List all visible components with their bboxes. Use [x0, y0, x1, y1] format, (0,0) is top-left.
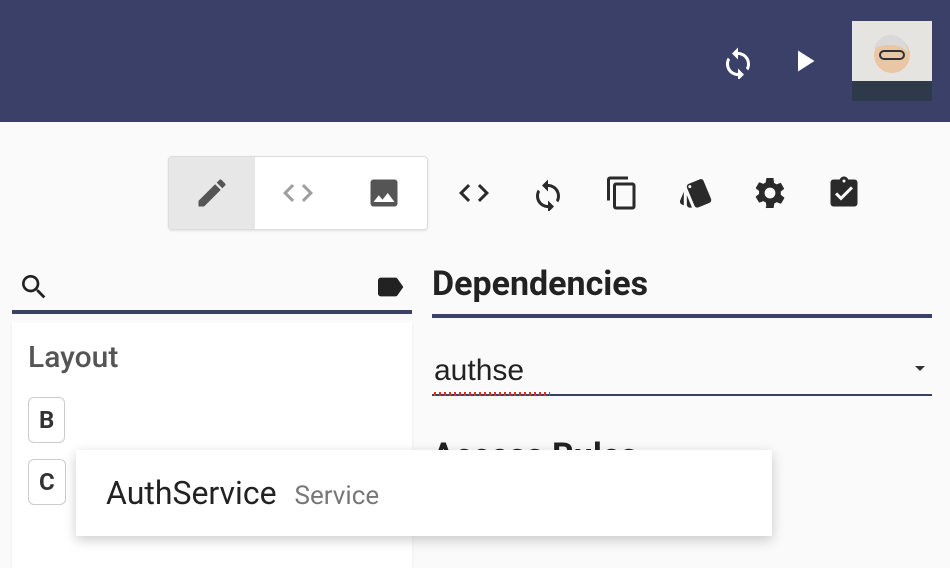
pencil-icon	[194, 175, 230, 211]
image-icon	[366, 175, 402, 211]
chip-row-1: B	[28, 397, 396, 443]
dependencies-title: Dependencies	[432, 264, 932, 304]
avatar[interactable]	[852, 21, 932, 101]
toolbar	[0, 122, 950, 230]
copy-tool-button[interactable]	[594, 165, 650, 221]
image-mode-button[interactable]	[341, 157, 427, 229]
settings-tool-button[interactable]	[742, 165, 798, 221]
suggestion-type: Service	[295, 481, 380, 511]
refresh-icon[interactable]	[720, 43, 756, 79]
search-button[interactable]	[18, 271, 50, 303]
app-header	[0, 0, 950, 122]
edit-mode-button[interactable]	[169, 157, 255, 229]
chip-c[interactable]: C	[28, 459, 66, 505]
autocomplete-suggestion[interactable]: AuthService Service	[76, 450, 772, 536]
play-icon[interactable]	[786, 43, 822, 79]
refresh-icon	[530, 175, 566, 211]
task-tool-button[interactable]	[816, 165, 872, 221]
view-mode-toggle	[168, 156, 428, 230]
style-icon	[678, 175, 714, 211]
tag-icon	[374, 271, 406, 303]
clipboard-check-icon	[826, 175, 862, 211]
copy-icon	[604, 175, 640, 211]
style-tool-button[interactable]	[668, 165, 724, 221]
layout-title: Layout	[28, 340, 396, 375]
left-panel-header	[12, 264, 412, 314]
gear-icon	[752, 175, 788, 211]
tag-button[interactable]	[374, 271, 406, 303]
dependency-combobox[interactable]	[432, 354, 932, 396]
code-tool-button[interactable]	[446, 165, 502, 221]
dependency-input[interactable]	[434, 354, 902, 388]
chevron-down-icon	[908, 356, 932, 380]
code-icon	[456, 175, 492, 211]
code-mode-button[interactable]	[255, 157, 341, 229]
search-icon	[18, 271, 50, 303]
spellcheck-underline	[434, 392, 550, 396]
dependencies-underline	[432, 314, 932, 318]
chip-b[interactable]: B	[28, 397, 65, 443]
suggestion-name: AuthService	[106, 474, 277, 512]
code-icon	[280, 175, 316, 211]
combobox-caret[interactable]	[908, 356, 932, 384]
refresh-tool-button[interactable]	[520, 165, 576, 221]
